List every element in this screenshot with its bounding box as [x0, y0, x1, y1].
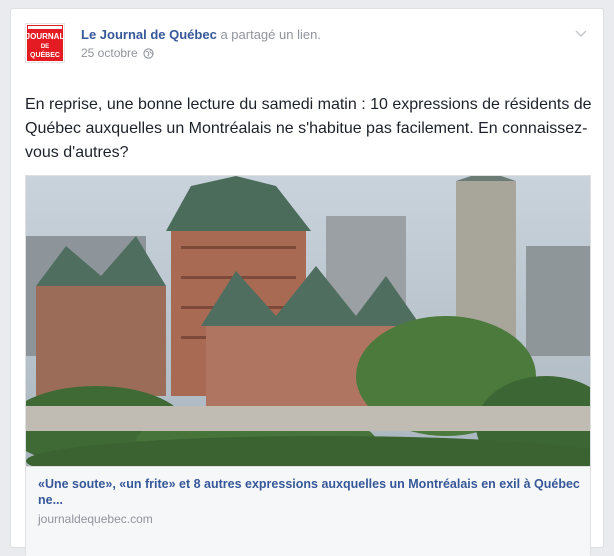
- link-details[interactable]: «Une soute», «un frite» et 8 autres expr…: [26, 466, 590, 556]
- post-byline: Le Journal de Québec a partagé un lien.: [81, 27, 321, 42]
- action-text: a partagé un lien.: [220, 27, 321, 42]
- globe-icon[interactable]: [143, 47, 154, 59]
- post-card: JOURNAL DE QUÉBEC Le Journal de Québec a…: [10, 8, 604, 556]
- link-domain: journaldequebec.com: [38, 512, 153, 526]
- link-title[interactable]: «Une soute», «un frite» et 8 autres expr…: [38, 476, 580, 508]
- post-date[interactable]: 25 octobre: [81, 46, 138, 60]
- author-link[interactable]: Le Journal de Québec: [81, 27, 217, 42]
- post-timestamp-row: 25 octobre: [81, 46, 321, 60]
- logo-text-quebec: QUÉBEC: [30, 50, 60, 59]
- logo-text-de: DE: [41, 44, 49, 50]
- link-image[interactable]: [26, 176, 590, 466]
- link-preview[interactable]: «Une soute», «un frite» et 8 autres expr…: [25, 175, 591, 556]
- page-avatar[interactable]: JOURNAL DE QUÉBEC: [25, 23, 65, 63]
- post-text: En reprise, une bonne lecture du samedi …: [25, 96, 592, 161]
- post-header: JOURNAL DE QUÉBEC Le Journal de Québec a…: [25, 23, 589, 67]
- post-meta: Le Journal de Québec a partagé un lien. …: [81, 27, 321, 60]
- logo-text-journal: JOURNAL: [26, 32, 64, 41]
- chevron-down-icon[interactable]: [573, 25, 589, 41]
